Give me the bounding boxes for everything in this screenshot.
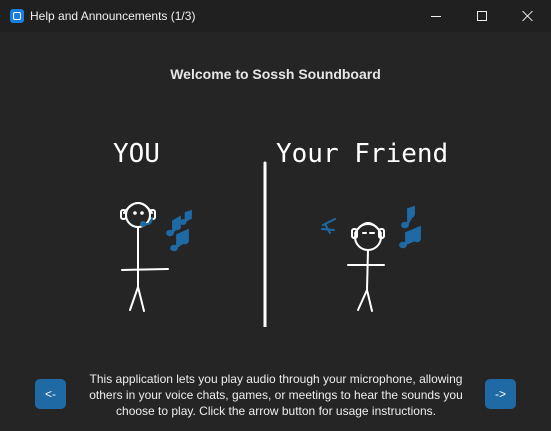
title-bar: Help and Announcements (1/3) — [0, 0, 551, 32]
minimize-button[interactable] — [413, 0, 459, 32]
app-icon — [10, 9, 24, 23]
friend-figure-icon — [347, 222, 385, 312]
minimize-icon — [431, 15, 441, 17]
music-notes-icon — [399, 205, 421, 249]
page-title: Welcome to Sossh Soundboard — [170, 66, 381, 82]
music-notes-icon — [166, 209, 192, 252]
sound-waves-icon — [321, 218, 336, 234]
next-button[interactable]: -> — [485, 379, 516, 409]
you-figure-icon — [120, 202, 169, 312]
close-icon — [522, 10, 534, 22]
illustration: YOU Your Friend — [113, 139, 448, 327]
previous-button[interactable]: <- — [35, 379, 66, 409]
window-title: Help and Announcements (1/3) — [30, 9, 196, 23]
illustration-right-label: Your Friend — [276, 139, 448, 169]
illustration-left-label: YOU — [113, 139, 160, 169]
description-text: This application lets you play audio thr… — [89, 372, 463, 418]
maximize-icon — [477, 11, 487, 21]
maximize-button[interactable] — [459, 0, 505, 32]
help-content: Welcome to Sossh Soundboard YOU Your Fri… — [0, 32, 551, 431]
close-button[interactable] — [505, 0, 551, 32]
